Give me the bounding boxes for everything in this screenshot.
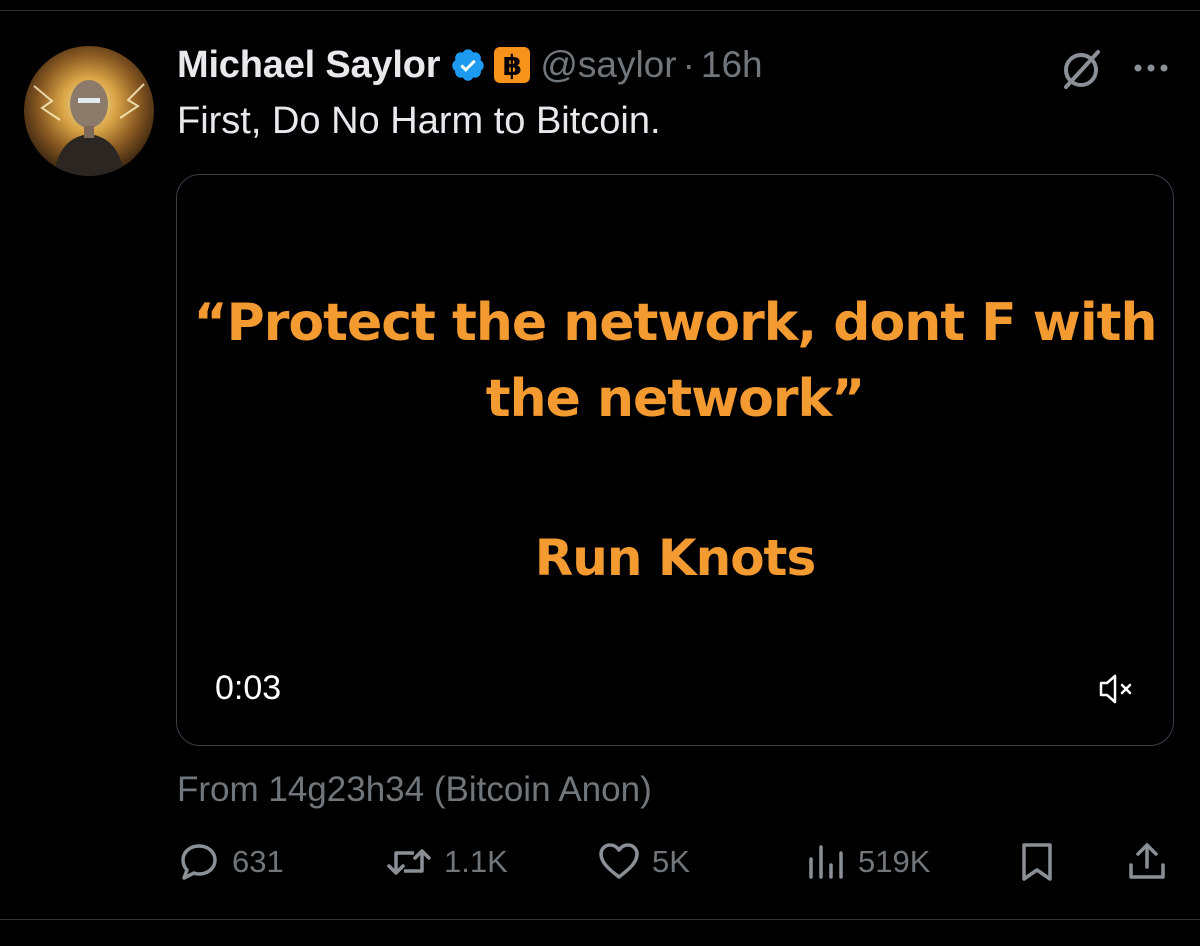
views-icon [804,839,848,885]
reply-icon [176,839,222,885]
handle[interactable]: @saylor [540,44,676,86]
like-count: 5K [652,844,690,879]
bottom-divider [0,919,1200,920]
mute-icon[interactable] [1097,671,1137,707]
timestamp[interactable]: 16h [701,44,763,86]
like-button[interactable]: 5K [596,836,690,888]
reply-count: 631 [232,844,284,879]
repost-button[interactable]: 1.1K [384,836,508,888]
repost-icon [384,839,434,885]
display-name[interactable]: Michael Saylor [177,44,441,87]
quote-line: “Protect the network, dont F with [193,293,1157,353]
share-icon [1124,839,1170,885]
tweet-header: Michael Saylor ฿ @saylor · 16h [177,38,763,92]
views-count: 519K [858,844,931,879]
top-divider [0,10,1200,11]
quote-line: the network” [485,369,866,429]
bookmark-button[interactable] [1014,836,1060,888]
grok-icon[interactable] [1056,44,1106,94]
media-attribution[interactable]: From 14g23h34 (Bitcoin Anon) [177,770,652,810]
avatar[interactable] [24,46,154,176]
avatar-portrait [33,80,145,176]
video-quote: “Protect the network, dont F with the ne… [177,285,1173,437]
repost-count: 1.1K [444,844,508,879]
video-cta: Run Knots [534,529,816,587]
verified-badge-icon[interactable] [450,47,486,83]
separator: · [682,44,695,85]
reply-button[interactable]: 631 [176,836,284,888]
like-icon [596,839,642,885]
share-button[interactable] [1124,836,1170,888]
views-button[interactable]: 519K [804,836,930,888]
tweet-text: First, Do No Harm to Bitcoin. [177,100,661,142]
bitcoin-badge[interactable]: ฿ [494,47,531,83]
video-duration: 0:03 [215,669,282,707]
bookmark-icon [1014,839,1060,885]
action-bar: 631 1.1K 5K 519K [0,836,1200,888]
more-icon[interactable] [1128,48,1178,88]
video-player[interactable]: “Protect the network, dont F with the ne… [176,174,1174,746]
